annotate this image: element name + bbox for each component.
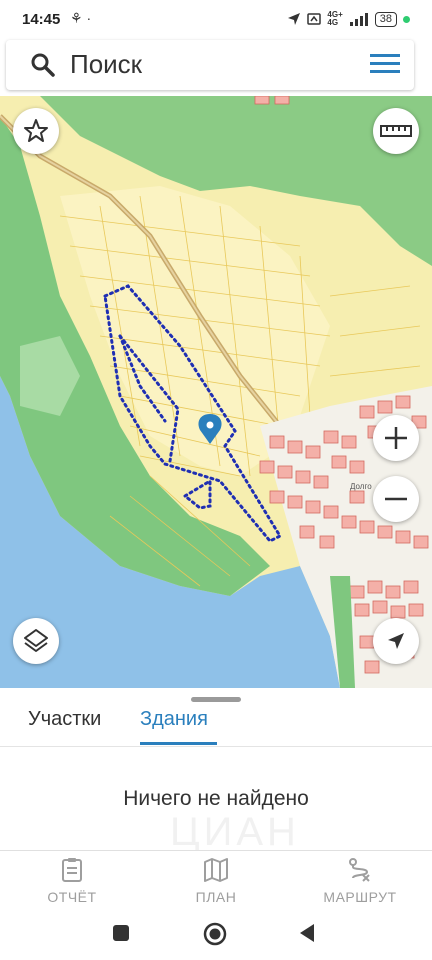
bottom-navigation: ОТЧЁТ ПЛАН МАРШРУТ [0, 850, 432, 911]
wifi-icon [307, 13, 322, 25]
status-right: 4G+ 4G 38 [287, 11, 410, 27]
menu-icon[interactable] [370, 52, 400, 76]
favorite-button[interactable] [13, 108, 59, 154]
zoom-in-button[interactable] [373, 415, 419, 461]
tab-bar: Участки Здания [0, 700, 432, 747]
status-dot [403, 15, 410, 23]
minus-icon [385, 497, 407, 501]
plus-icon [385, 427, 407, 449]
empty-state-message: Ничего не найдено [123, 787, 309, 810]
system-navigation [0, 910, 432, 960]
watermark: ЦИАН [170, 810, 300, 854]
ruler-icon [380, 125, 412, 137]
location-arrow-icon [288, 13, 301, 25]
street-label: Долго [350, 482, 372, 491]
notification-icons: ⚘ · [70, 10, 92, 26]
map-icon [204, 858, 228, 882]
network-type: 4G+ 4G [327, 10, 343, 27]
nav-report-label: ОТЧЁТ [47, 889, 97, 905]
search-icon [31, 53, 55, 77]
my-location-button[interactable] [373, 618, 419, 664]
route-icon [349, 858, 370, 882]
navigation-arrow-icon [388, 633, 404, 649]
nav-route-label: МАРШРУТ [323, 889, 397, 905]
map-canvas[interactable]: Долго [0, 96, 432, 688]
star-icon [24, 119, 48, 142]
layers-button[interactable] [13, 618, 59, 664]
status-bar: 14:45 ⚘ · 4G+ 4G 38 [0, 0, 432, 40]
tab-buildings[interactable]: Здания [140, 708, 208, 731]
home-icon[interactable] [203, 922, 227, 946]
battery-level: 38 [374, 11, 397, 27]
active-tab-indicator [140, 742, 217, 745]
back-icon[interactable] [298, 923, 316, 943]
nav-route[interactable]: МАРШРУТ [305, 857, 415, 905]
nav-plan[interactable]: ПЛАН [161, 857, 271, 905]
report-icon [62, 858, 82, 882]
search-input[interactable]: Поиск [70, 49, 142, 80]
ruler-button[interactable] [373, 108, 419, 154]
recents-icon[interactable] [112, 924, 130, 942]
tab-plots[interactable]: Участки [28, 708, 101, 731]
map-view[interactable]: Долго [0, 96, 432, 688]
nav-plan-label: ПЛАН [195, 889, 237, 905]
nav-report[interactable]: ОТЧЁТ [17, 857, 127, 905]
search-bar[interactable]: Поиск [6, 40, 414, 90]
signal-icon [349, 13, 368, 26]
zoom-out-button[interactable] [373, 476, 419, 522]
layers-icon [24, 629, 48, 652]
status-time: 14:45 [22, 11, 61, 28]
